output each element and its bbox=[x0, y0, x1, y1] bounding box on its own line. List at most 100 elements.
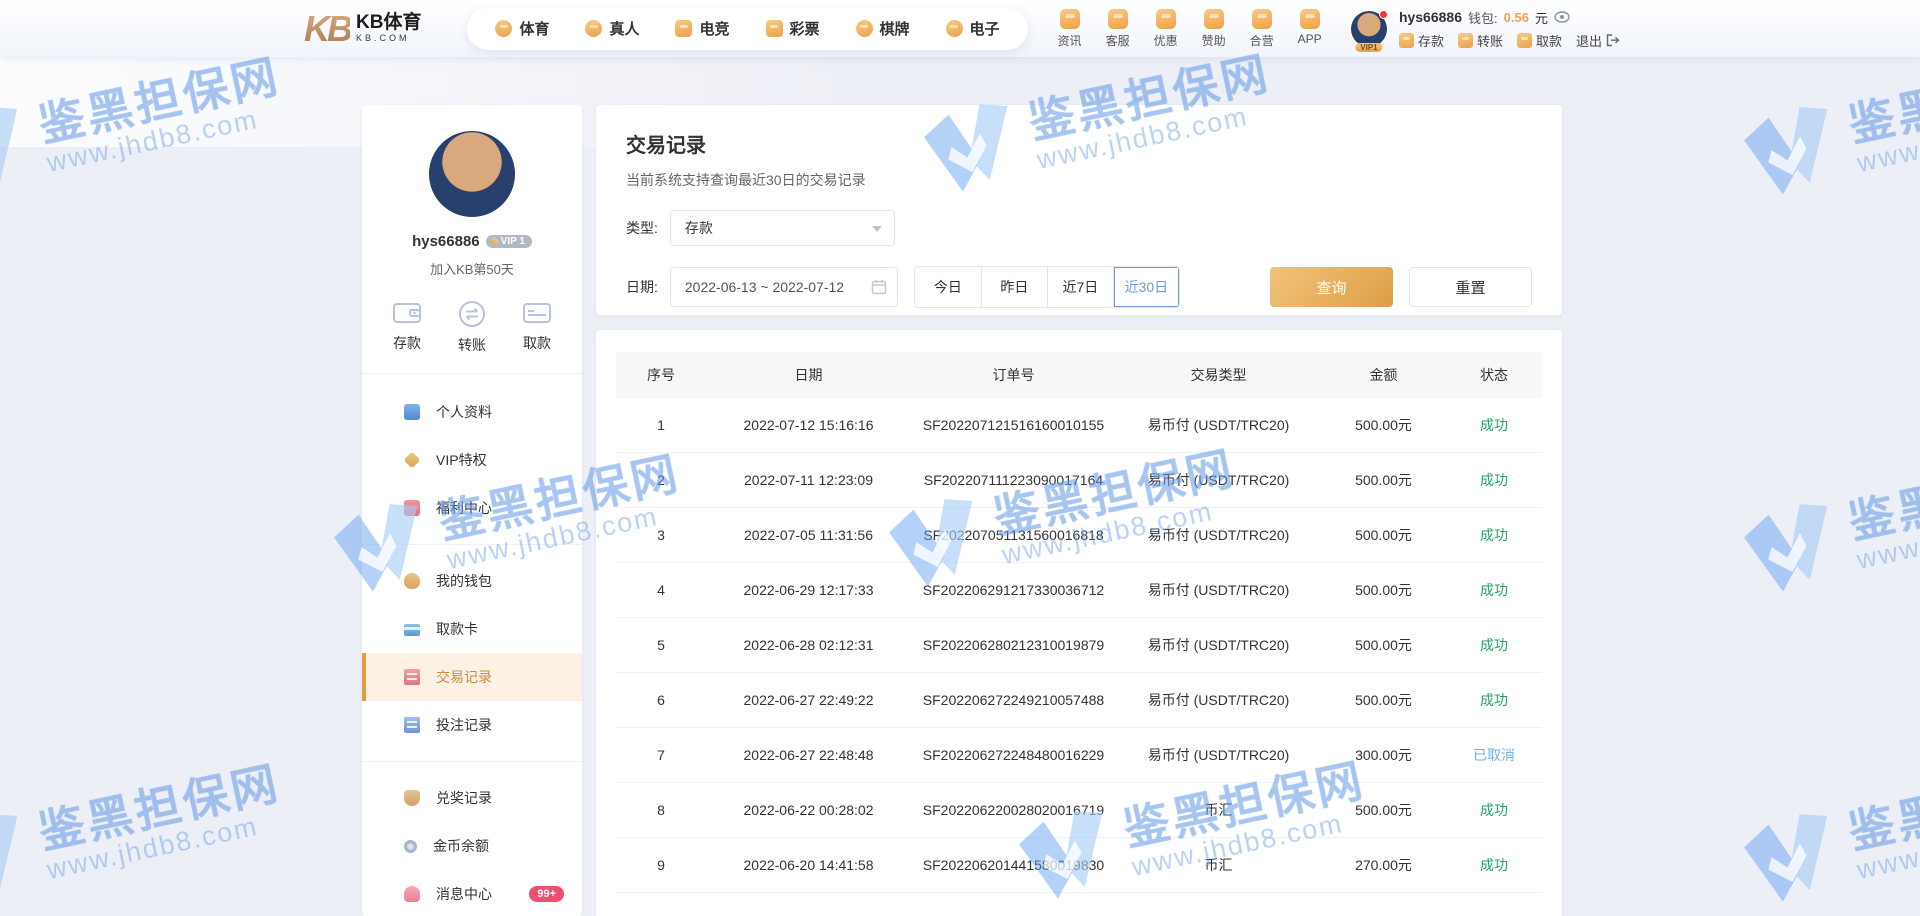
type-select[interactable]: 存款 bbox=[669, 210, 895, 246]
profile-avatar[interactable] bbox=[429, 131, 515, 217]
table-row[interactable]: 5 2022-06-28 02:12:31 SF202206280212310019… bbox=[616, 618, 1542, 673]
cell-type: 易币付 (USDT/TRC20) bbox=[1147, 637, 1290, 653]
user-action-withdraw[interactable]: 取款 bbox=[1516, 31, 1562, 50]
sidebar-transfer-action[interactable]: 转账 bbox=[458, 300, 486, 355]
quick-link-news[interactable]: 资讯 bbox=[1058, 8, 1082, 49]
cell-order: SF202206272248480016229 bbox=[922, 747, 1105, 763]
cell-type: 易币付 (USDT/TRC20) bbox=[1147, 582, 1290, 598]
profile-username: hys66886 bbox=[412, 233, 480, 250]
filter-card: 交易记录 当前系统支持查询最近30日的交易记录 类型: 存款 日期: 2022-… bbox=[596, 105, 1562, 315]
quick-date-button[interactable]: 今日 bbox=[914, 267, 981, 307]
table-row[interactable]: 6 2022-06-27 22:49:22 SF202206272249210057… bbox=[616, 673, 1542, 728]
eye-icon[interactable] bbox=[1554, 11, 1570, 23]
sidebar: hys66886 VIP 1 加入KB第50天 存款 转账 取款 个人资料 VI… bbox=[362, 105, 582, 916]
reset-button[interactable]: 重置 bbox=[1409, 267, 1532, 307]
sidebar-item-vip[interactable]: VIP特权 bbox=[362, 436, 582, 484]
cell-date: 2022-07-05 11:31:56 bbox=[744, 527, 873, 543]
page-subtitle: 当前系统支持查询最近30日的交易记录 bbox=[626, 172, 866, 188]
sidebar-item-label: 我的钱包 bbox=[436, 573, 492, 589]
logout-button[interactable]: 退出 bbox=[1576, 31, 1620, 50]
sidebar-transfer-label: 转账 bbox=[458, 337, 486, 353]
cell-seq: 8 bbox=[657, 802, 665, 818]
cell-date: 2022-06-27 22:48:48 bbox=[743, 747, 874, 763]
deposit-icon bbox=[1398, 32, 1414, 48]
app-icon bbox=[1299, 8, 1320, 29]
chess-icon bbox=[855, 20, 873, 37]
status-badge: 成功 bbox=[1480, 692, 1508, 708]
quick-link-label: 优惠 bbox=[1153, 33, 1178, 48]
sidebar-item-welfare[interactable]: 福利中心 bbox=[362, 484, 582, 532]
sidebar-item-label: VIP特权 bbox=[436, 452, 487, 468]
cell-date: 2022-06-22 00:28:02 bbox=[743, 802, 874, 818]
column-header: 日期 bbox=[794, 367, 823, 383]
quick-date-button[interactable]: 近7日 bbox=[1046, 267, 1113, 307]
quick-link-partner[interactable]: 合营 bbox=[1250, 8, 1274, 49]
cell-order: SF202207121516160010155 bbox=[922, 417, 1105, 433]
nav-item-label: 真人 bbox=[609, 21, 640, 38]
cell-date: 2022-06-29 12:17:33 bbox=[743, 582, 874, 598]
sidebar-item-prize[interactable]: 兑奖记录 bbox=[362, 774, 582, 822]
nav-item-sports[interactable]: 体育 bbox=[495, 18, 549, 39]
cell-order: SF202207051131560016818 bbox=[923, 527, 1104, 543]
nav-item-label: 电竞 bbox=[699, 21, 730, 38]
table-row[interactable]: 7 2022-06-27 22:48:48 SF202206272248480016… bbox=[616, 728, 1542, 783]
sidebar-item-label: 福利中心 bbox=[436, 500, 492, 516]
table-row[interactable]: 3 2022-07-05 11:31:56 SF202207051131560016… bbox=[616, 508, 1542, 563]
status-badge: 成功 bbox=[1480, 472, 1508, 488]
search-button[interactable]: 查询 bbox=[1270, 267, 1393, 307]
kb-logo[interactable]: KB KB体育 KB.COM bbox=[304, 8, 421, 50]
quick-link-promo[interactable]: 优惠 bbox=[1153, 8, 1178, 49]
sidebar-item-bet[interactable]: 投注记录 bbox=[362, 701, 582, 749]
nav-item-live[interactable]: 真人 bbox=[585, 18, 639, 39]
cell-amount: 270.00元 bbox=[1355, 857, 1412, 873]
date-range-input[interactable]: 2022-06-13 ~ 2022-07-12 bbox=[669, 267, 898, 307]
sidebar-item-bank-card[interactable]: 取款卡 bbox=[362, 605, 582, 653]
page-title: 交易记录 bbox=[626, 135, 706, 157]
quick-date-button[interactable]: 近30日 bbox=[1112, 267, 1179, 307]
quick-date-button[interactable]: 昨日 bbox=[980, 267, 1047, 307]
kb-logo-mark: KB bbox=[304, 7, 353, 49]
table-row[interactable]: 1 2022-07-12 15:16:16 SF202207121516160010… bbox=[616, 398, 1542, 453]
sidebar-item-coin[interactable]: 金币余额 bbox=[362, 822, 582, 870]
vip-badge: VIP1 bbox=[1355, 42, 1383, 52]
header-quick-links: 资讯 客服 优惠 赞助 合营 APP bbox=[1058, 8, 1322, 49]
cell-type: 易币付 (USDT/TRC20) bbox=[1147, 527, 1290, 543]
sidebar-item-label: 个人资料 bbox=[436, 404, 492, 420]
table-row[interactable]: 4 2022-06-29 12:17:33 SF202206291217330036… bbox=[616, 563, 1542, 618]
sidebar-deposit-action[interactable]: 存款 bbox=[392, 300, 422, 355]
cell-date: 2022-06-28 02:12:31 bbox=[743, 637, 874, 653]
partner-icon bbox=[1251, 8, 1272, 29]
bet-icon bbox=[404, 717, 420, 733]
quick-link-service[interactable]: 客服 bbox=[1106, 8, 1130, 49]
avatar[interactable]: VIP1 bbox=[1350, 9, 1388, 52]
user-action-transfer[interactable]: 转账 bbox=[1457, 31, 1503, 50]
sidebar-withdraw-action[interactable]: 取款 bbox=[522, 300, 552, 355]
table-row[interactable]: 8 2022-06-22 00:28:02 SF202206220028020016… bbox=[616, 783, 1542, 838]
unread-count-badge: 99+ bbox=[529, 886, 564, 902]
welfare-icon bbox=[404, 500, 420, 516]
sidebar-item-profile[interactable]: 个人资料 bbox=[362, 388, 582, 436]
user-action-deposit[interactable]: 存款 bbox=[1398, 31, 1444, 50]
nav-item-esports[interactable]: 电竞 bbox=[675, 18, 730, 39]
nav-item-lottery[interactable]: 彩票 bbox=[765, 18, 820, 39]
table-row[interactable]: 2 2022-07-11 12:23:09 SF202207111223090017… bbox=[616, 453, 1542, 508]
quick-link-app[interactable]: APP bbox=[1298, 8, 1322, 49]
column-header: 交易类型 bbox=[1190, 367, 1247, 383]
nav-item-chess[interactable]: 棋牌 bbox=[855, 18, 910, 39]
cell-order: SF202206220028020016719 bbox=[922, 802, 1105, 818]
wallet-balance: 0.56 bbox=[1503, 9, 1529, 25]
transactions-table-card: 序号 日期 订单号 交易类型 金额 状态 1 2022-07-12 15:16:16 SF20… bbox=[596, 330, 1562, 916]
date-label: 日期: bbox=[626, 279, 658, 295]
quick-link-sponsor[interactable]: 赞助 bbox=[1201, 8, 1226, 49]
sidebar-item-trade[interactable]: 交易记录 bbox=[362, 653, 582, 701]
sidebar-item-wallet-gold[interactable]: 我的钱包 bbox=[362, 557, 582, 605]
column-header: 状态 bbox=[1480, 367, 1508, 383]
nav-item-slots[interactable]: 电子 bbox=[945, 18, 1000, 39]
table-row[interactable]: 9 2022-06-20 14:41:58 SF202206201441580019… bbox=[616, 838, 1542, 893]
cell-amount: 500.00元 bbox=[1355, 417, 1412, 433]
quick-link-label: 赞助 bbox=[1201, 33, 1226, 48]
prize-icon bbox=[404, 790, 420, 806]
type-label: 类型: bbox=[626, 220, 658, 236]
profile-icon bbox=[404, 404, 420, 420]
sidebar-item-bell[interactable]: 消息中心 99+ bbox=[362, 870, 582, 916]
